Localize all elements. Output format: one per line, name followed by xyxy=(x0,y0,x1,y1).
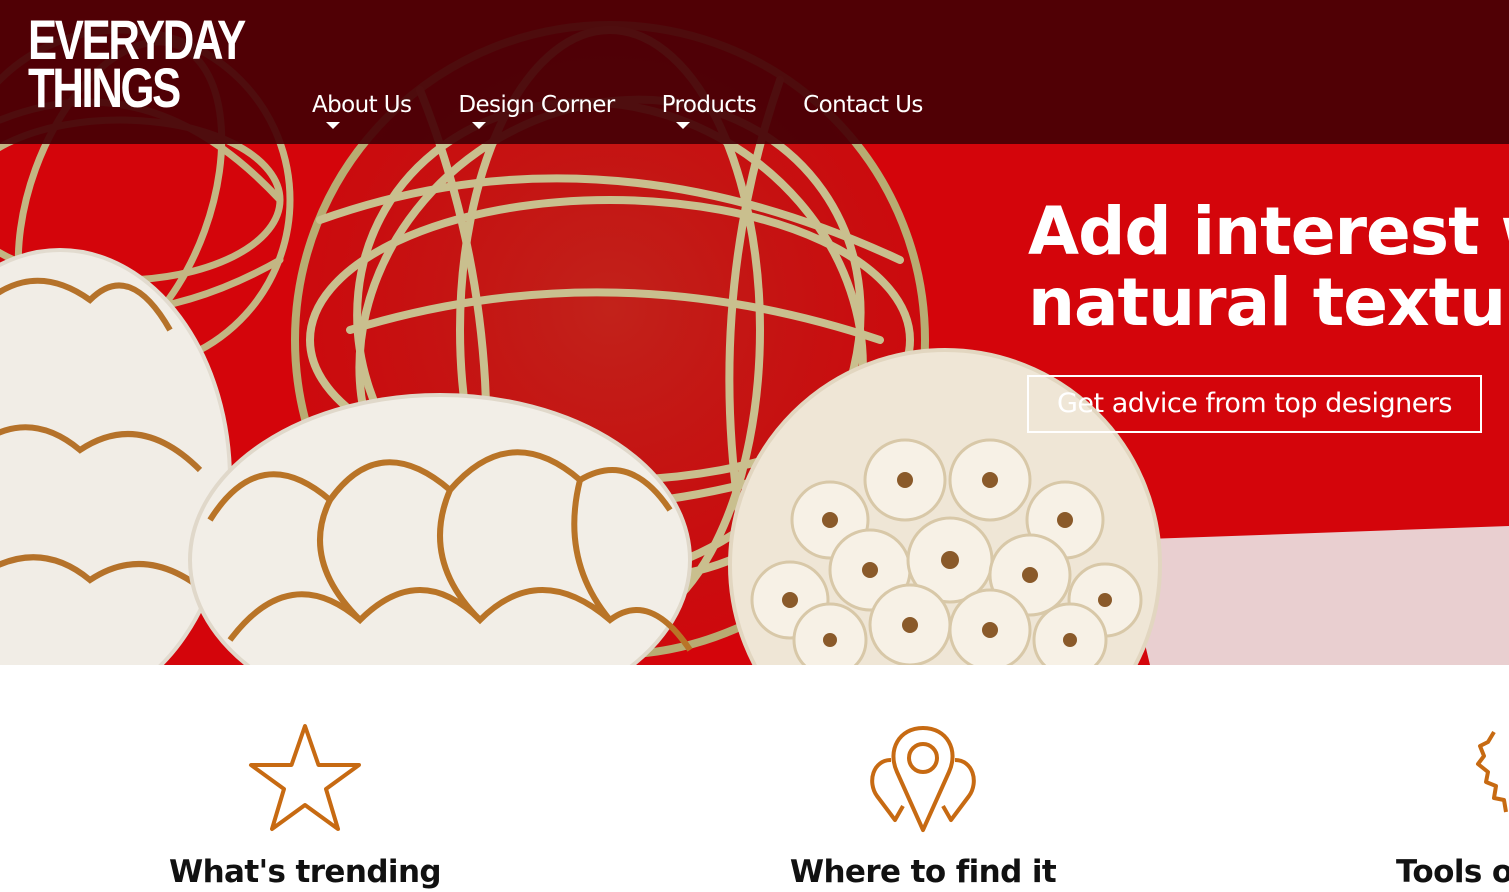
feature-where-to-find-it[interactable]: Where to find it xyxy=(790,720,1057,890)
star-icon xyxy=(249,724,361,831)
nav-item-label: Contact Us xyxy=(803,92,923,118)
nav-item-label: About Us xyxy=(312,92,412,118)
main-nav: About Us Design Corner Products Contact … xyxy=(312,88,923,129)
feature-whats-trending[interactable]: What's trending xyxy=(169,720,442,890)
nav-item-design-corner[interactable]: Design Corner xyxy=(458,88,615,129)
logo-line-2: THINGS xyxy=(28,56,181,119)
caret-down-icon xyxy=(472,122,487,129)
map-pin-icon xyxy=(870,726,976,832)
nav-item-about-us[interactable]: About Us xyxy=(312,88,412,129)
caret-down-icon xyxy=(675,122,690,129)
feature-title: What's trending xyxy=(168,854,442,890)
hero-headline-line-1: Add interest w xyxy=(1028,193,1509,270)
hero-headline-line-2: natural textur xyxy=(1028,264,1509,341)
page: EVERYDAY THINGS About Us Design Corner P… xyxy=(0,0,1509,892)
feature-tools[interactable]: Tools o xyxy=(1396,720,1509,890)
nav-item-label: Products xyxy=(661,92,757,118)
gear-icon xyxy=(1476,730,1508,813)
hero-headline: Add interest w natural textur xyxy=(1028,196,1509,338)
feature-title: Tools o xyxy=(1396,854,1509,890)
caret-down-icon xyxy=(326,122,340,129)
nav-item-contact-us[interactable]: Contact Us xyxy=(803,88,923,128)
hero-banner: EVERYDAY THINGS About Us Design Corner P… xyxy=(0,0,1509,665)
get-advice-button[interactable]: Get advice from top designers xyxy=(1027,375,1482,433)
feature-title: Where to find it xyxy=(789,854,1057,890)
nav-item-label: Design Corner xyxy=(458,92,615,118)
site-header: EVERYDAY THINGS About Us Design Corner P… xyxy=(0,0,1509,144)
site-logo[interactable]: EVERYDAY THINGS xyxy=(28,12,246,119)
nav-item-products[interactable]: Products xyxy=(661,88,757,129)
